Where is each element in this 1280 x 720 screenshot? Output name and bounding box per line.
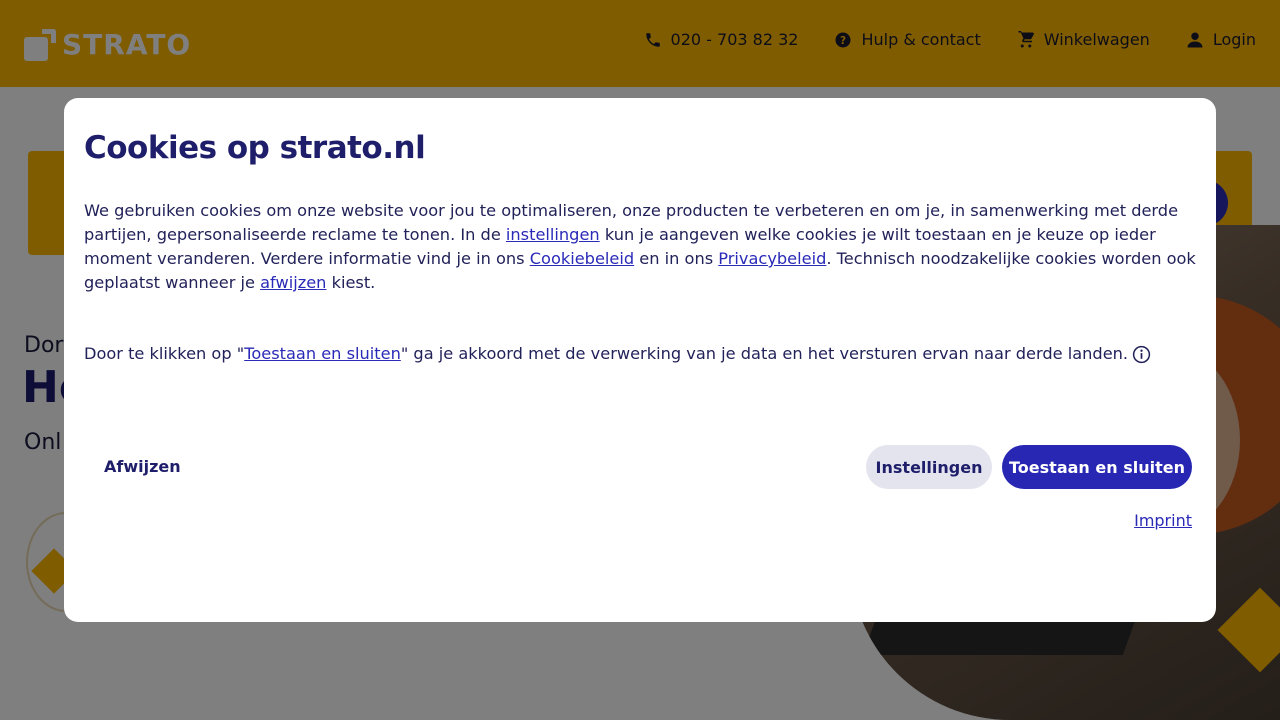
body-text: kiest. (326, 273, 376, 292)
imprint-link[interactable]: Imprint (1134, 511, 1192, 530)
cookie-policy-link[interactable]: Cookiebeleid (530, 249, 634, 268)
accept-link[interactable]: Toestaan en sluiten (244, 344, 401, 363)
reject-link[interactable]: afwijzen (260, 273, 326, 292)
settings-link[interactable]: instellingen (506, 225, 600, 244)
consent-text-part: " ga je akkoord met de verwerking van je… (400, 344, 1129, 363)
dialog-title: Cookies op strato.nl (84, 130, 426, 166)
consent-text-part: Door te klikken op " (84, 344, 245, 363)
cookie-dialog: Cookies op strato.nl We gebruiken cookie… (64, 98, 1216, 622)
body-text: en in ons (634, 249, 719, 268)
privacy-policy-link[interactable]: Privacybeleid (718, 249, 826, 268)
settings-button[interactable]: Instellingen (866, 445, 992, 489)
consent-text: Door te klikken op "Toestaan en sluiten"… (84, 342, 1199, 366)
info-icon[interactable] (1132, 345, 1151, 364)
accept-button[interactable]: Toestaan en sluiten (1002, 445, 1192, 489)
dialog-body: We gebruiken cookies om onze website voo… (84, 199, 1199, 295)
reject-button[interactable]: Afwijzen (104, 457, 181, 476)
